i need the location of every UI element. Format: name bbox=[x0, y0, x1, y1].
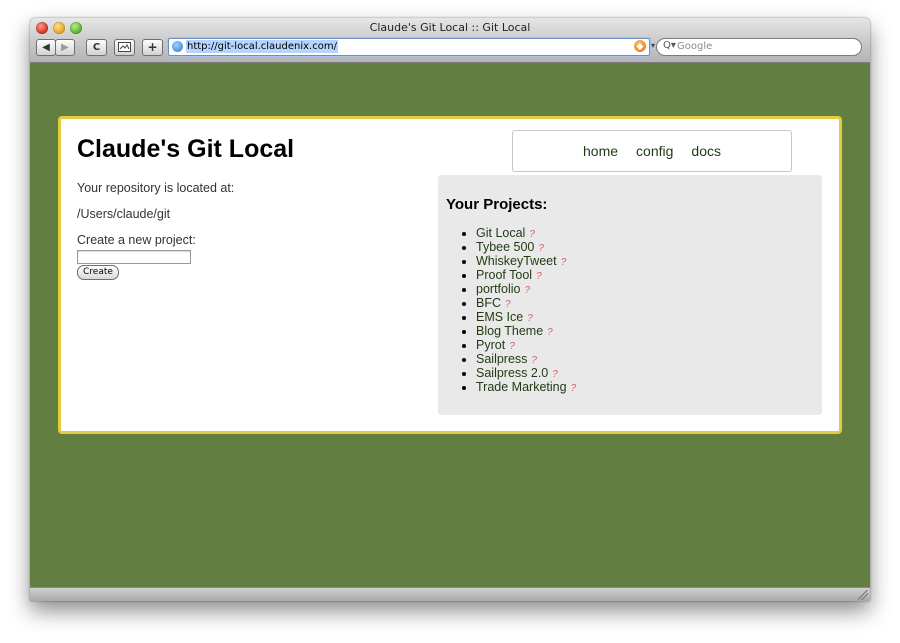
browser-statusbar bbox=[30, 587, 870, 601]
add-bookmark-button[interactable]: + bbox=[142, 39, 163, 56]
project-item: EMS Ice? bbox=[476, 310, 576, 324]
nav-config-link[interactable]: config bbox=[636, 143, 673, 159]
projects-panel: Your Projects: Git Local? Tybee 500? Whi… bbox=[438, 175, 822, 415]
search-input[interactable]: Q▾ Google bbox=[656, 38, 862, 56]
search-icon: Q▾ bbox=[663, 40, 676, 51]
project-link[interactable]: Tybee 500 bbox=[476, 240, 534, 254]
project-help-link[interactable]: ? bbox=[538, 243, 544, 254]
project-link[interactable]: Pyrot bbox=[476, 338, 505, 352]
project-item: Blog Theme? bbox=[476, 324, 576, 338]
project-help-link[interactable]: ? bbox=[561, 257, 567, 268]
project-help-link[interactable]: ? bbox=[552, 369, 558, 380]
resize-grip-icon[interactable] bbox=[858, 590, 868, 600]
project-link[interactable]: Sailpress 2.0 bbox=[476, 366, 548, 380]
url-dropdown-icon[interactable]: ▾ bbox=[651, 42, 655, 50]
project-item: Sailpress? bbox=[476, 352, 576, 366]
project-item: portfolio? bbox=[476, 282, 576, 296]
project-item: Trade Marketing? bbox=[476, 380, 576, 394]
project-help-link[interactable]: ? bbox=[571, 383, 577, 394]
project-item: Tybee 500? bbox=[476, 240, 576, 254]
plus-icon: + bbox=[147, 40, 158, 54]
project-link[interactable]: EMS Ice bbox=[476, 310, 523, 324]
project-link[interactable]: Sailpress bbox=[476, 352, 527, 366]
project-item: Proof Tool? bbox=[476, 268, 576, 282]
project-help-link[interactable]: ? bbox=[527, 313, 533, 324]
project-item: Pyrot? bbox=[476, 338, 576, 352]
project-item: BFC? bbox=[476, 296, 576, 310]
project-link[interactable]: Git Local bbox=[476, 226, 525, 240]
search-placeholder: Google bbox=[677, 41, 713, 52]
project-help-link[interactable]: ? bbox=[529, 229, 535, 240]
project-help-link[interactable]: ? bbox=[505, 299, 511, 310]
project-link[interactable]: WhiskeyTweet bbox=[476, 254, 557, 268]
globe-icon bbox=[172, 41, 183, 52]
project-link[interactable]: Proof Tool bbox=[476, 268, 532, 282]
rss-icon[interactable]: ◆ bbox=[634, 40, 646, 52]
nav-docs-link[interactable]: docs bbox=[691, 143, 721, 159]
project-help-link[interactable]: ? bbox=[547, 327, 553, 338]
webclip-icon bbox=[118, 42, 131, 52]
project-list: Git Local? Tybee 500? WhiskeyTweet? Proo… bbox=[460, 226, 576, 394]
project-help-link[interactable]: ? bbox=[509, 341, 515, 352]
create-button[interactable]: Create bbox=[77, 265, 119, 280]
snapback-button[interactable] bbox=[114, 39, 135, 56]
project-link[interactable]: portfolio bbox=[476, 282, 520, 296]
back-button[interactable]: ◀ bbox=[36, 39, 56, 56]
project-help-link[interactable]: ? bbox=[536, 271, 542, 282]
forward-button[interactable]: ▶ bbox=[55, 39, 75, 56]
browser-titlebar: Claude's Git Local :: Git Local ◀ ▶ C + … bbox=[30, 18, 870, 63]
repo-path: /Users/claude/git bbox=[77, 207, 171, 221]
projects-heading: Your Projects: bbox=[446, 196, 548, 213]
project-link[interactable]: Trade Marketing bbox=[476, 380, 567, 394]
main-card: Claude's Git Local home config docs Your… bbox=[58, 116, 842, 434]
back-arrow-icon: ◀ bbox=[42, 42, 50, 53]
nav-home-link[interactable]: home bbox=[583, 143, 618, 159]
project-help-link[interactable]: ? bbox=[524, 285, 530, 296]
project-help-link[interactable]: ? bbox=[531, 355, 537, 366]
create-project-label: Create a new project: bbox=[77, 233, 196, 247]
project-link[interactable]: Blog Theme bbox=[476, 324, 543, 338]
reload-icon: C bbox=[92, 42, 101, 53]
top-nav: home config docs bbox=[512, 130, 792, 172]
window-title: Claude's Git Local :: Git Local bbox=[369, 21, 531, 34]
browser-window: Claude's Git Local :: Git Local ◀ ▶ C + … bbox=[30, 18, 870, 601]
project-item: Sailpress 2.0? bbox=[476, 366, 576, 380]
project-item: Git Local? bbox=[476, 226, 576, 240]
repo-location-label: Your repository is located at: bbox=[77, 181, 235, 195]
address-input[interactable]: http://git-local.claudenix.com/ bbox=[186, 40, 338, 53]
forward-arrow-icon: ▶ bbox=[61, 42, 69, 53]
project-link[interactable]: BFC bbox=[476, 296, 501, 310]
project-item: WhiskeyTweet? bbox=[476, 254, 576, 268]
site-title: Claude's Git Local bbox=[77, 135, 295, 163]
address-bar[interactable]: http://git-local.claudenix.com/ bbox=[168, 38, 650, 56]
reload-button[interactable]: C bbox=[86, 39, 107, 56]
new-project-input[interactable] bbox=[77, 250, 191, 264]
